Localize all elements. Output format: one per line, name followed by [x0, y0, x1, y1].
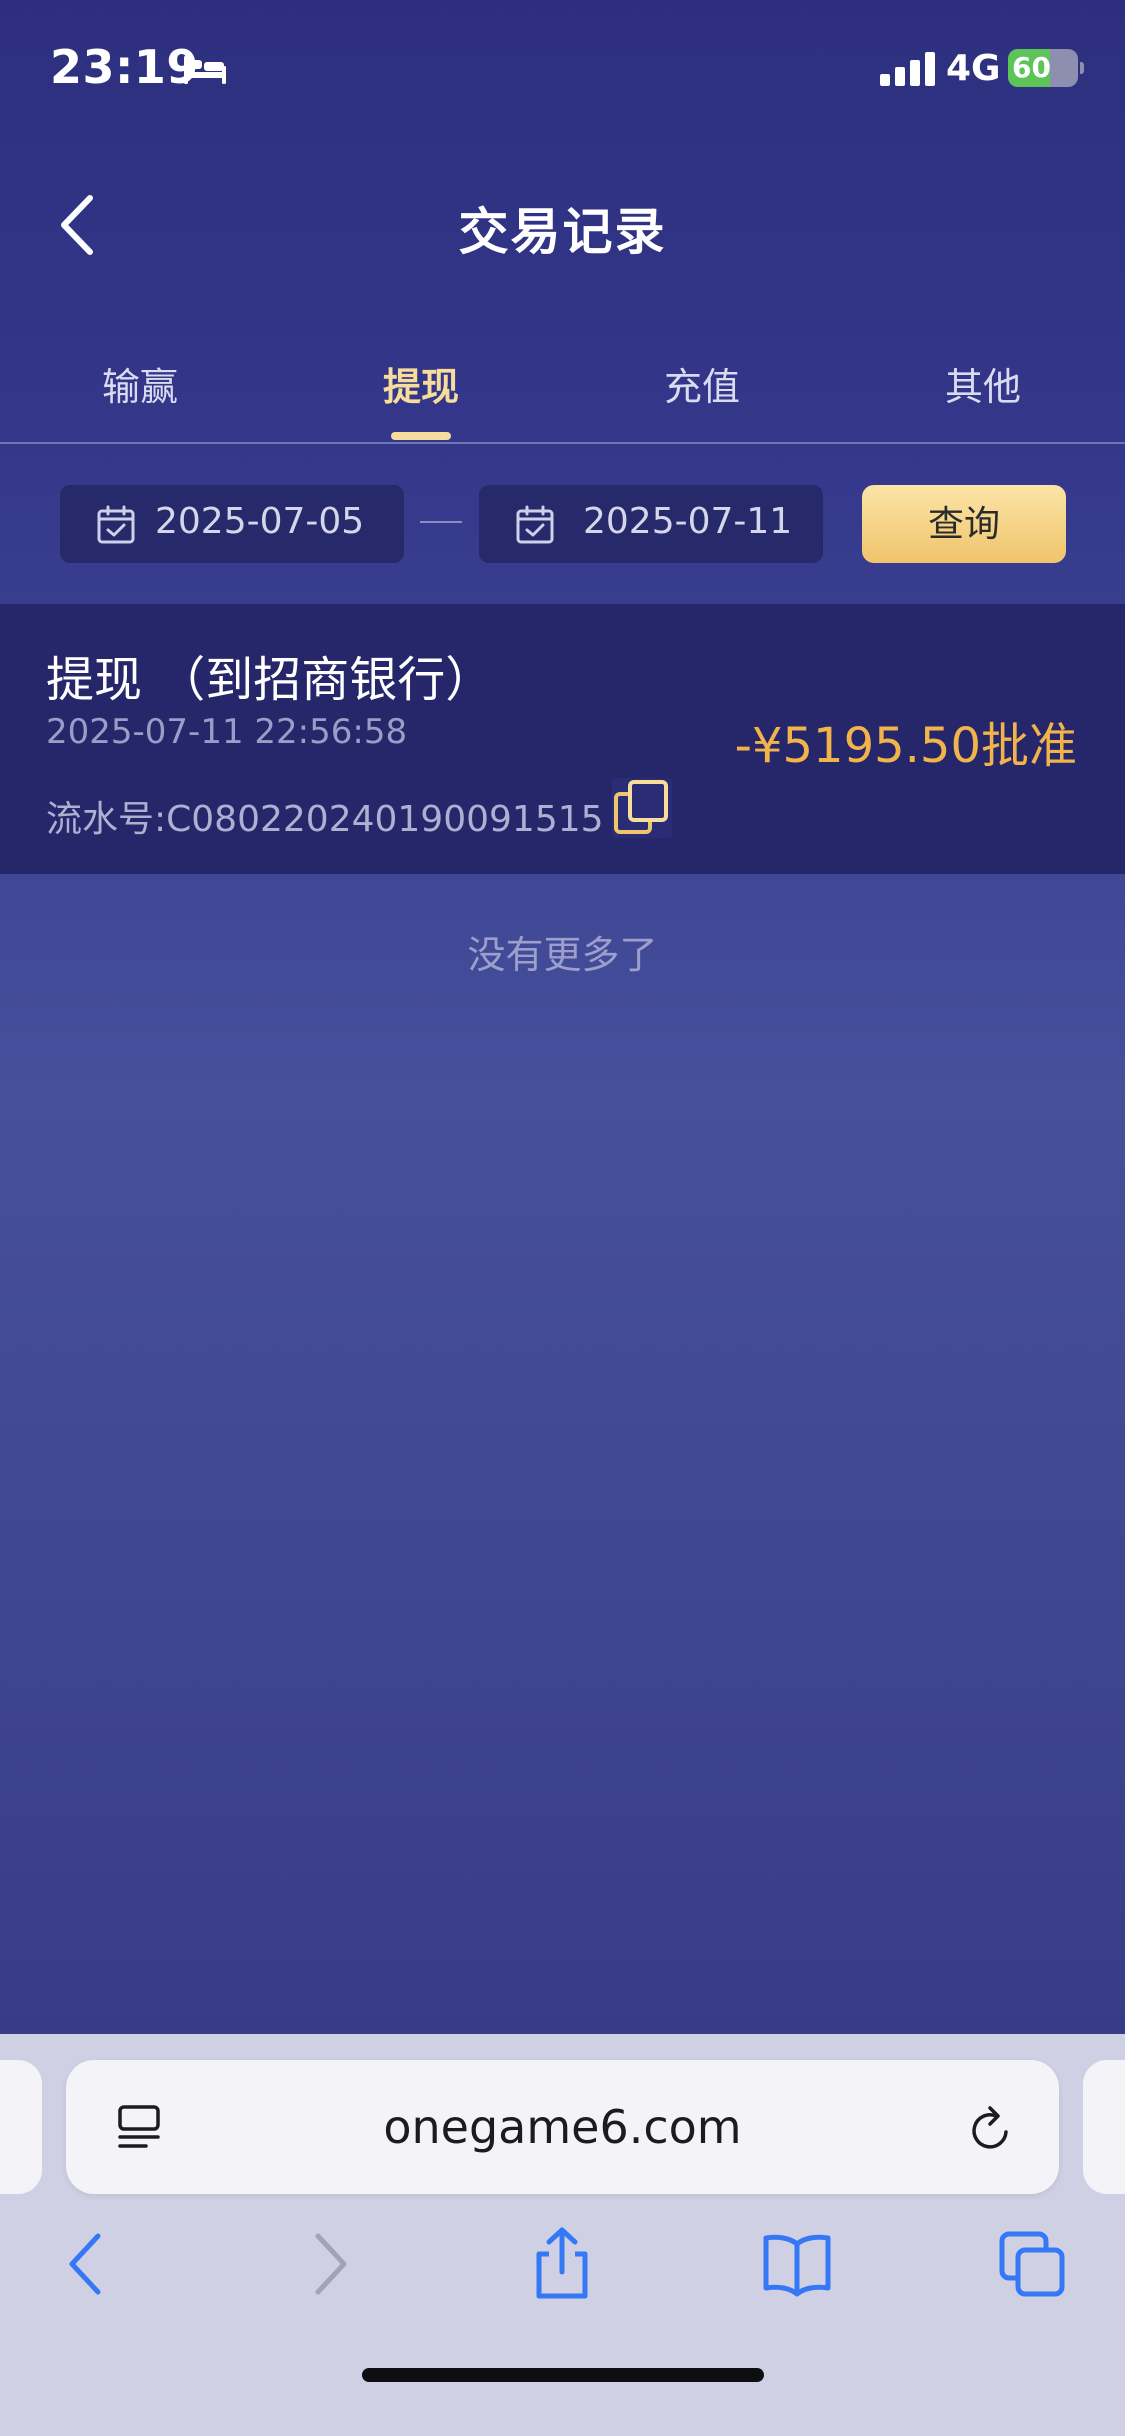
sleep-bed-icon [184, 56, 226, 84]
previous-tab-preview[interactable] [0, 2060, 42, 2194]
date-filter: 2025-07-05 2025-07-11 查询 [0, 485, 1125, 563]
nav-bar: 交易记录 [0, 150, 1125, 300]
calendar-check-icon [516, 505, 554, 544]
bookmarks-icon[interactable] [762, 2226, 832, 2302]
tab-win-loss[interactable]: 输赢 [40, 356, 240, 411]
back-arrow-icon[interactable] [52, 2226, 122, 2302]
tabs-icon[interactable] [998, 2226, 1068, 2302]
address-bar[interactable]: onegame6.com [66, 2060, 1059, 2194]
forward-arrow-icon[interactable] [294, 2226, 364, 2302]
calendar-check-icon [97, 505, 135, 544]
start-date-picker[interactable]: 2025-07-05 [60, 485, 404, 563]
end-date-picker[interactable]: 2025-07-11 [479, 485, 823, 563]
url-text: onegame6.com [383, 2100, 742, 2154]
cellular-signal-icon [880, 52, 935, 86]
tab-deposit[interactable]: 充值 [602, 356, 802, 411]
page-title: 交易记录 [458, 203, 667, 261]
reload-icon[interactable] [966, 2102, 1016, 2156]
active-tab-indicator [391, 432, 451, 440]
record-serial: 流水号:C080220240190091515 [46, 799, 604, 840]
copy-icon[interactable] [610, 776, 674, 840]
record-time: 2025-07-11 22:56:58 [46, 712, 408, 752]
date-separator [420, 521, 462, 523]
query-button[interactable]: 查询 [862, 485, 1066, 563]
start-date-value: 2025-07-05 [155, 501, 365, 542]
record-amount: -¥5195.50批准 [734, 718, 1077, 774]
status-time: 23:19 [50, 40, 199, 94]
battery-charging-icon: 60 [1008, 49, 1084, 87]
list-end-text: 没有更多了 [467, 933, 658, 977]
status-bar: 23:19 4G 60 [0, 0, 1125, 135]
network-type: 4G [946, 48, 1001, 89]
next-tab-preview[interactable] [1083, 2060, 1125, 2194]
tab-bar: 输赢 提现 充值 其他 [0, 340, 1125, 444]
home-indicator [362, 2368, 764, 2382]
end-date-value: 2025-07-11 [583, 501, 793, 542]
list-item[interactable]: 提现 （到招商银行） 2025-07-11 22:56:58 流水号:C0802… [0, 604, 1125, 874]
tab-other[interactable]: 其他 [883, 356, 1083, 411]
share-icon[interactable] [527, 2226, 597, 2302]
tab-withdraw[interactable]: 提现 [321, 356, 521, 411]
battery-percent: 60 [1012, 51, 1051, 84]
record-title: 提现 （到招商银行） [46, 652, 494, 708]
